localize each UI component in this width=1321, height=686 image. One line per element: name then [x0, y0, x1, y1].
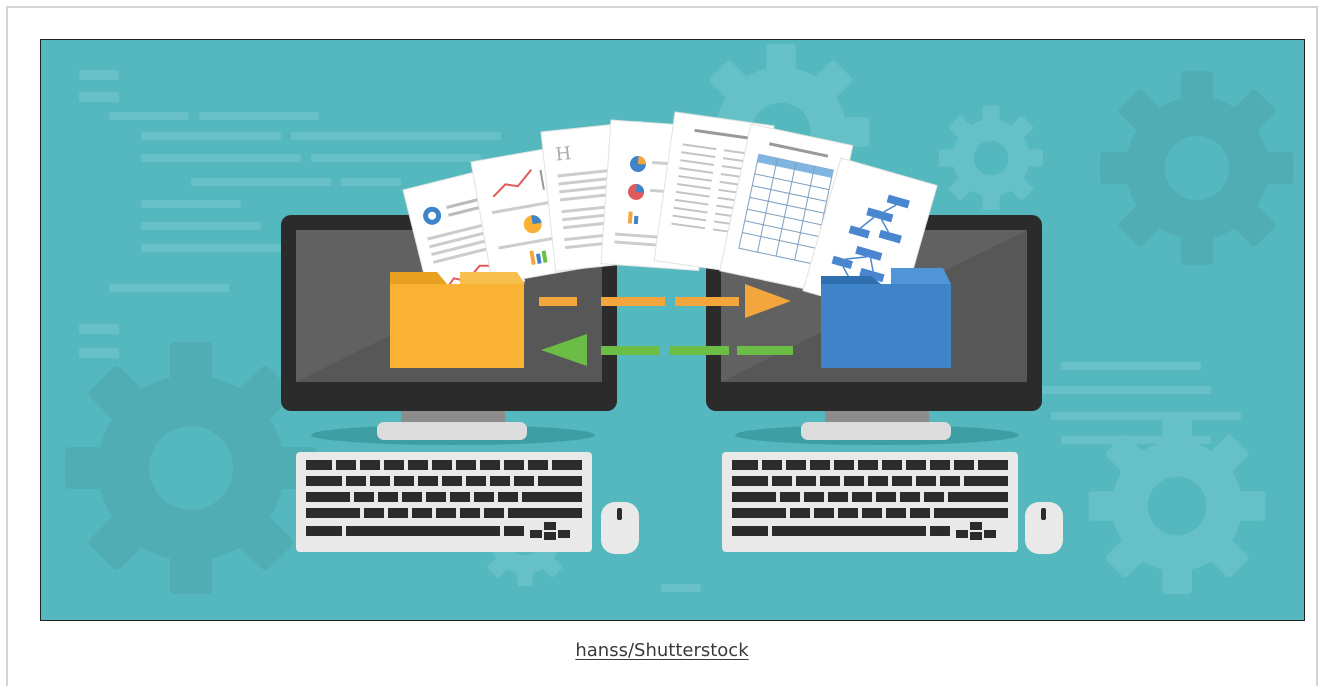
- svg-text:H: H: [554, 143, 572, 166]
- gear-icon: [938, 105, 1044, 211]
- image-credit-link[interactable]: hanss/Shutterstock: [575, 640, 748, 661]
- file-transfer-illustration: H: [40, 39, 1305, 621]
- left-keyboard: [296, 452, 592, 552]
- right-mouse: [1025, 502, 1063, 554]
- image-credit: hanss/Shutterstock: [8, 640, 1316, 661]
- gear-icon: [1100, 71, 1294, 265]
- left-mouse: [601, 502, 639, 554]
- right-keyboard: [722, 452, 1018, 552]
- folder-icon: [390, 272, 525, 368]
- image-card: H hanss/Shutterstock: [6, 6, 1318, 686]
- gear-icon: [65, 342, 317, 594]
- gear-icon: [1088, 417, 1266, 595]
